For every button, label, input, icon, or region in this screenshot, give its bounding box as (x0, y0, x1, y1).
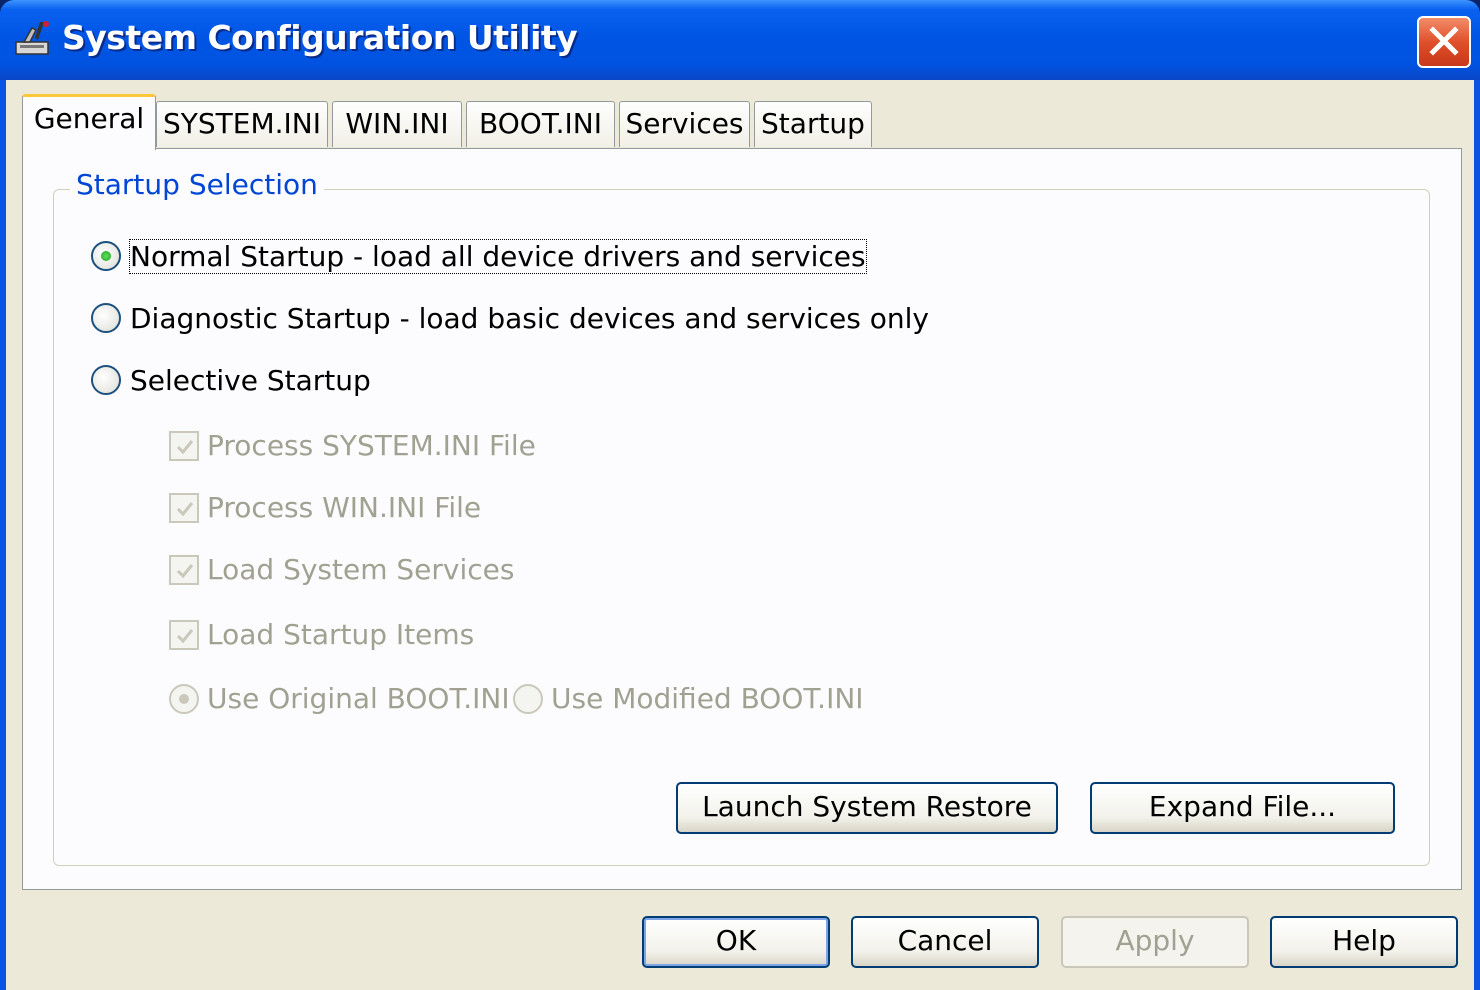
normal-startup-label[interactable]: Normal Startup - load all device drivers… (129, 239, 867, 274)
tab-boot-ini[interactable]: BOOT.INI (466, 101, 615, 147)
startup-selection-group: Startup Selection Normal Startup - load … (53, 168, 1430, 866)
tab-general[interactable]: General (22, 94, 156, 150)
tab-system-ini[interactable]: SYSTEM.INI (156, 101, 328, 147)
use-original-boot-ini-label: Use Original BOOT.INI (207, 682, 510, 715)
group-title: Startup Selection (70, 168, 324, 201)
system-configuration-window: System Configuration Utility General SYS… (0, 0, 1480, 990)
apply-button[interactable]: Apply (1061, 916, 1249, 968)
tab-label: SYSTEM.INI (163, 107, 321, 140)
load-system-services-label: Load System Services (207, 553, 515, 586)
radio-selected-dot (179, 694, 189, 704)
tab-services[interactable]: Services (619, 101, 750, 147)
cancel-button[interactable]: Cancel (851, 916, 1039, 968)
expand-file-button[interactable]: Expand File... (1090, 782, 1395, 834)
close-button[interactable] (1417, 16, 1471, 68)
tab-label: Startup (761, 107, 865, 140)
tab-label: General (33, 102, 145, 135)
ok-button[interactable]: OK (642, 916, 830, 968)
checkmark-icon (176, 440, 194, 455)
radio-selected-dot (101, 251, 111, 261)
help-button[interactable]: Help (1270, 916, 1458, 968)
tab-win-ini[interactable]: WIN.INI (332, 101, 462, 147)
normal-startup-radio[interactable] (91, 241, 121, 271)
close-icon (1429, 26, 1459, 56)
checkmark-icon (176, 564, 194, 579)
selective-startup-radio[interactable] (91, 365, 121, 395)
tab-label: Services (625, 107, 744, 140)
use-modified-boot-ini-label: Use Modified BOOT.INI (551, 682, 864, 715)
load-system-services-checkbox[interactable] (169, 555, 199, 585)
process-system-ini-checkbox[interactable] (169, 431, 199, 461)
dialog-client-area: General SYSTEM.INI WIN.INI BOOT.INI Serv… (6, 80, 1474, 990)
title-bar[interactable]: System Configuration Utility (0, 0, 1480, 80)
checkmark-icon (176, 629, 194, 644)
use-modified-boot-ini-radio[interactable] (513, 684, 543, 714)
process-win-ini-checkbox[interactable] (169, 493, 199, 523)
diagnostic-startup-label[interactable]: Diagnostic Startup - load basic devices … (130, 302, 929, 335)
load-startup-items-label: Load Startup Items (207, 618, 475, 651)
tab-startup[interactable]: Startup (754, 101, 872, 147)
msconfig-app-icon (10, 18, 54, 62)
checkmark-icon (176, 502, 194, 517)
launch-system-restore-button[interactable]: Launch System Restore (676, 782, 1058, 834)
selective-startup-label[interactable]: Selective Startup (130, 364, 371, 397)
process-win-ini-label: Process WIN.INI File (207, 491, 482, 524)
tab-label: BOOT.INI (479, 107, 602, 140)
tab-label: WIN.INI (345, 107, 449, 140)
process-system-ini-label: Process SYSTEM.INI File (207, 429, 536, 462)
load-startup-items-checkbox[interactable] (169, 620, 199, 650)
tab-panel-general: Startup Selection Normal Startup - load … (22, 148, 1462, 890)
diagnostic-startup-radio[interactable] (91, 303, 121, 333)
window-title: System Configuration Utility (62, 18, 578, 57)
use-original-boot-ini-radio[interactable] (169, 684, 199, 714)
